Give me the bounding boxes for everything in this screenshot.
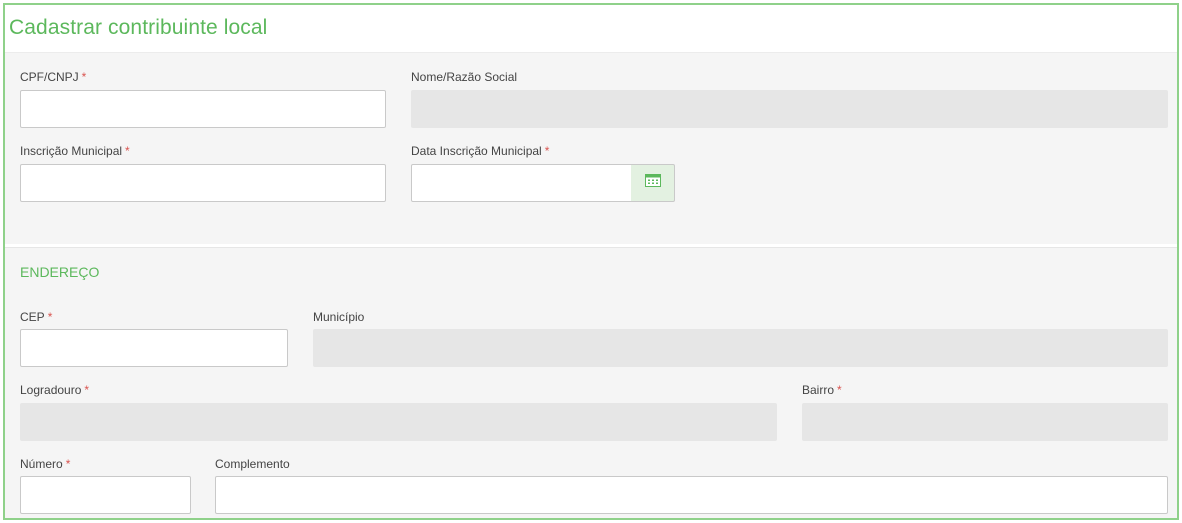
complemento-label: Complemento (215, 457, 290, 471)
calendar-button[interactable] (631, 164, 675, 202)
panel-header: Cadastrar contribuinte local (5, 5, 1177, 53)
required-mark: * (837, 383, 842, 397)
nome-razao-social-input (411, 90, 1168, 128)
municipio-label: Município (313, 310, 365, 324)
complemento-input[interactable] (215, 476, 1168, 514)
identification-section: CPF/CNPJ * Nome/Razão Social Inscrição Mu… (5, 53, 1177, 244)
address-section: ENDEREÇO CEP * Município Logradouro * Bair… (5, 247, 1177, 518)
form-panel: Cadastrar contribuinte local CPF/CNPJ * N… (3, 3, 1179, 520)
logradouro-label: Logradouro * (20, 383, 90, 397)
numero-label: Número * (20, 457, 71, 471)
municipio-input (313, 329, 1168, 367)
bairro-label: Bairro * (802, 383, 842, 397)
address-section-title: ENDEREÇO (20, 264, 100, 280)
required-mark: * (65, 457, 71, 471)
required-mark: * (544, 144, 550, 158)
cep-label: CEP * (20, 310, 53, 324)
required-mark: * (84, 383, 90, 397)
inscricao-municipal-input[interactable] (20, 164, 386, 202)
required-mark: * (125, 144, 130, 158)
cep-input[interactable] (20, 329, 288, 367)
required-mark: * (81, 70, 87, 84)
data-inscricao-municipal-input[interactable] (411, 164, 632, 202)
required-mark: * (47, 310, 53, 324)
cpf-cnpj-input[interactable] (20, 90, 386, 128)
nome-razao-social-label: Nome/Razão Social (411, 70, 518, 84)
logradouro-input (20, 403, 777, 441)
inscricao-municipal-label: Inscrição Municipal * (20, 144, 130, 158)
cpf-cnpj-label: CPF/CNPJ * (20, 70, 87, 84)
data-inscricao-municipal-label: Data Inscrição Municipal * (411, 144, 550, 158)
numero-input[interactable] (20, 476, 191, 514)
calendar-icon (644, 174, 661, 192)
page-title: Cadastrar contribuinte local (9, 16, 268, 39)
bairro-input (802, 403, 1168, 441)
